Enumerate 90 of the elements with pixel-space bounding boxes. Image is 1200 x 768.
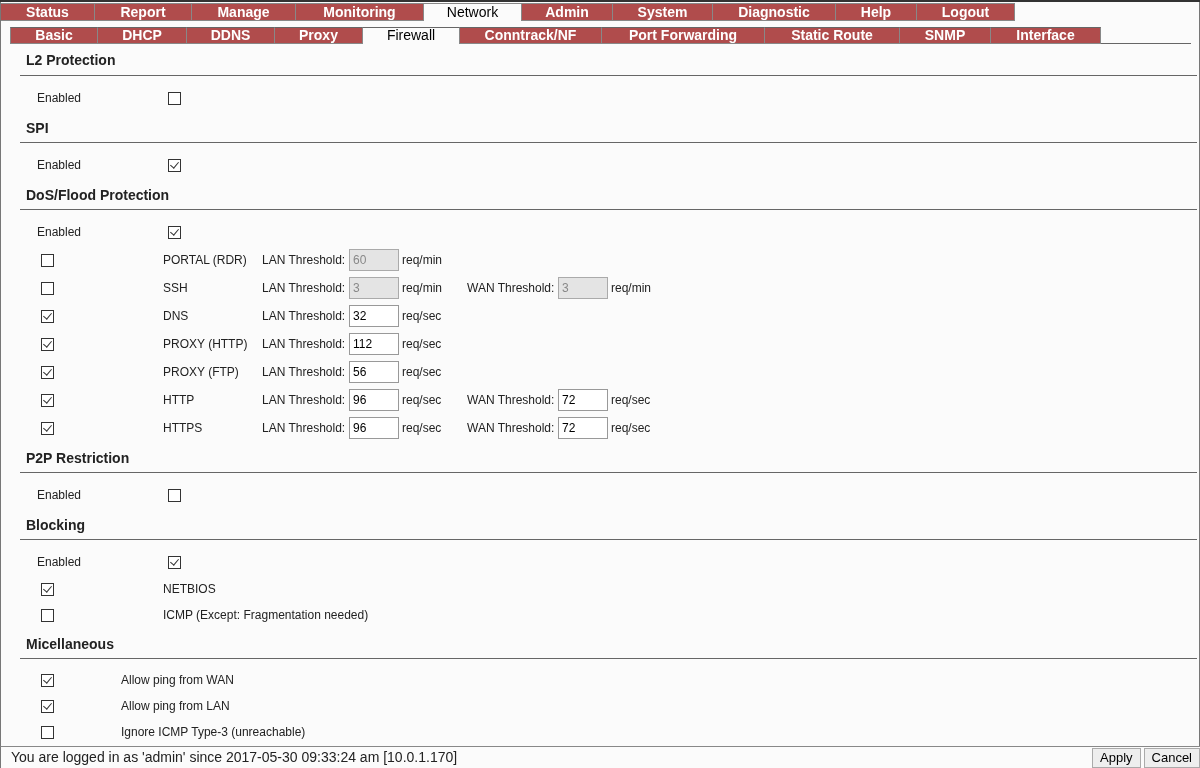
sub-tab[interactable]: DDNS: [187, 27, 275, 44]
checkbox[interactable]: [41, 608, 54, 622]
section-heading: DoS/Flood Protection: [20, 179, 1197, 210]
section-heading: P2P Restriction: [20, 442, 1197, 473]
threshold-input[interactable]: 56: [349, 361, 399, 383]
sub-tab[interactable]: DHCP: [98, 27, 187, 44]
threshold-input[interactable]: 96: [349, 389, 399, 411]
threshold-label: WAN Threshold:: [467, 280, 555, 297]
checkbox[interactable]: [168, 158, 181, 172]
threshold-input[interactable]: 96: [349, 417, 399, 439]
footer-button[interactable]: Apply: [1092, 747, 1141, 768]
option-label: NETBIOS: [163, 581, 216, 598]
field-label: Enabled: [37, 224, 82, 241]
footer-button[interactable]: Cancel: [1143, 747, 1200, 768]
option-label: DNS: [163, 308, 189, 325]
checkbox[interactable]: [41, 725, 54, 739]
threshold-input[interactable]: 72: [558, 389, 608, 411]
threshold-label: LAN Threshold:: [262, 308, 346, 325]
unit-label: req/sec: [402, 336, 442, 353]
checkbox[interactable]: [41, 421, 54, 435]
unit-label: req/min: [402, 252, 442, 269]
checkbox[interactable]: [41, 365, 54, 379]
option-label: Allow ping from LAN: [121, 698, 230, 715]
sub-tab[interactable]: Port Forwarding: [602, 27, 765, 44]
checkbox[interactable]: [168, 555, 181, 569]
checkbox[interactable]: [41, 393, 54, 407]
field-label: Enabled: [37, 487, 82, 504]
checkbox[interactable]: [41, 309, 54, 323]
menu-tab[interactable]: Network: [424, 3, 522, 21]
threshold-input[interactable]: 112: [349, 333, 399, 355]
checkbox[interactable]: [41, 337, 54, 351]
section-heading: Micellaneous: [20, 628, 1197, 659]
unit-label: req/sec: [402, 308, 442, 325]
checkbox[interactable]: [168, 225, 181, 239]
checkbox[interactable]: [41, 673, 54, 687]
unit-label: req/sec: [402, 364, 442, 381]
menu-tab[interactable]: Status: [1, 3, 95, 21]
threshold-label: LAN Threshold:: [262, 336, 346, 353]
unit-label: req/sec: [611, 420, 651, 437]
unit-label: req/sec: [402, 392, 442, 409]
unit-label: req/sec: [611, 392, 651, 409]
checkbox[interactable]: [41, 699, 54, 713]
option-label: ICMP (Except: Fragmentation needed): [163, 607, 369, 624]
field-label: Enabled: [37, 157, 82, 174]
threshold-label: LAN Threshold:: [262, 420, 346, 437]
menu-tab[interactable]: System: [613, 3, 713, 21]
option-label: HTTPS: [163, 420, 203, 437]
unit-label: req/sec: [402, 420, 442, 437]
menu-tab[interactable]: Report: [95, 3, 192, 21]
sub-tab[interactable]: Interface: [991, 27, 1101, 44]
unit-label: req/min: [402, 280, 442, 297]
menu-tab[interactable]: Monitoring: [296, 3, 424, 21]
threshold-label: LAN Threshold:: [262, 280, 346, 297]
section-heading: SPI: [20, 112, 1197, 143]
sub-tab[interactable]: SNMP: [900, 27, 991, 44]
threshold-label: WAN Threshold:: [467, 420, 555, 437]
option-label: PROXY (FTP): [163, 364, 239, 381]
menu-tab[interactable]: Diagnostic: [713, 3, 836, 21]
menu-tab[interactable]: Admin: [522, 3, 613, 21]
option-label: HTTP: [163, 392, 195, 409]
unit-label: req/min: [611, 280, 651, 297]
threshold-label: LAN Threshold:: [262, 364, 346, 381]
option-label: SSH: [163, 280, 188, 297]
sub-tab[interactable]: Firewall: [363, 27, 460, 44]
checkbox[interactable]: [41, 281, 54, 295]
section-heading: Blocking: [20, 509, 1197, 540]
menu-tab[interactable]: Logout: [917, 3, 1015, 21]
threshold-input[interactable]: 72: [558, 417, 608, 439]
option-label: Ignore ICMP Type-3 (unreachable): [121, 724, 306, 741]
sub-tab[interactable]: Conntrack/NF: [460, 27, 602, 44]
option-label: Allow ping from WAN: [121, 672, 234, 689]
checkbox[interactable]: [168, 488, 181, 502]
sub-tab[interactable]: Proxy: [275, 27, 363, 44]
option-label: PROXY (HTTP): [163, 336, 248, 353]
menu-tab[interactable]: Help: [836, 3, 917, 21]
field-label: Enabled: [37, 90, 82, 107]
sub-tab[interactable]: Basic: [10, 27, 98, 44]
login-status: You are logged in as 'admin' since 2017-05-30 09:33:24 am [10.0.1.170]: [11, 748, 458, 767]
threshold-label: WAN Threshold:: [467, 392, 555, 409]
threshold-label: LAN Threshold:: [262, 252, 346, 269]
checkbox[interactable]: [168, 91, 181, 105]
section-heading: L2 Protection: [20, 44, 1197, 76]
field-label: Enabled: [37, 554, 82, 571]
threshold-label: LAN Threshold:: [262, 392, 346, 409]
option-label: PORTAL (RDR): [163, 252, 247, 269]
threshold-input[interactable]: 32: [349, 305, 399, 327]
checkbox[interactable]: [41, 582, 54, 596]
checkbox[interactable]: [41, 253, 54, 267]
sub-tab[interactable]: Static Route: [765, 27, 900, 44]
menu-tab[interactable]: Manage: [192, 3, 296, 21]
